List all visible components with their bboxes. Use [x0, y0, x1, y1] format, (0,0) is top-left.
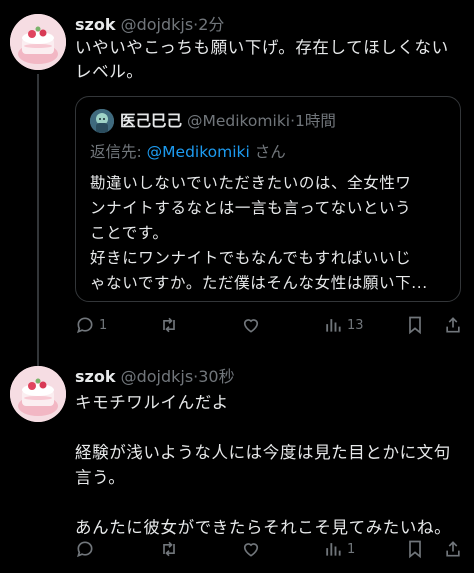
bookmark-icon	[409, 316, 421, 335]
tweet[interactable]: szok @dojdkjs·30秒 キモチワルイんだよ 経験が浅いような人には今…	[0, 352, 474, 573]
like-button[interactable]	[241, 312, 265, 338]
action-bar: 1	[75, 536, 465, 562]
timestamp[interactable]: 30秒	[198, 367, 234, 386]
reply-icon	[77, 317, 93, 334]
bookmark-button[interactable]	[405, 312, 425, 338]
reply-to-label: 返信先:	[90, 143, 147, 161]
views-count: 1	[347, 541, 356, 557]
avatar[interactable]	[10, 14, 66, 70]
views-button[interactable]: 13	[323, 312, 364, 338]
quoted-tweet[interactable]: 医己巳己 @Medikomiki·1時間 返信先: @Medikomiki さん…	[75, 96, 461, 302]
retweet-button[interactable]	[159, 536, 183, 562]
tweet-text: キモチワルイんだよ 経験が浅いような人には今度は見た目とかに文句 言う。 あんた…	[75, 393, 452, 537]
action-bar: 1 13	[75, 312, 465, 338]
reply-count: 1	[99, 317, 108, 333]
quote-timestamp: 1時間	[295, 112, 336, 130]
heart-icon	[243, 319, 259, 333]
retweet-icon	[163, 541, 175, 557]
quote-avatar	[90, 109, 114, 133]
user-handle[interactable]: @dojdkjs	[121, 15, 194, 34]
reply-to-suffix: さん	[254, 143, 286, 161]
heart-icon	[243, 543, 259, 557]
share-button[interactable]	[443, 536, 463, 562]
views-button[interactable]: 1	[323, 536, 355, 562]
quote-display-name: 医己巳己	[120, 112, 183, 130]
quote-user-handle: @Medikomiki	[186, 112, 291, 130]
avatar[interactable]	[10, 366, 66, 422]
like-button[interactable]	[241, 536, 265, 562]
quote-text: 勘違いしないでいただきたいのは、全女性ワ ンナイトするなとは一言も言ってないとい…	[90, 174, 428, 292]
user-handle[interactable]: @dojdkjs	[121, 367, 194, 386]
share-button[interactable]	[443, 312, 463, 338]
display-name[interactable]: szok	[75, 367, 115, 386]
retweet-button[interactable]	[159, 312, 183, 338]
views-icon	[326, 543, 341, 556]
tweet[interactable]: szok @dojdkjs·2分 いやいやこっちも願い下げ。存在してほしくない …	[0, 0, 474, 352]
reply-icon	[77, 541, 93, 558]
reply-mention-link[interactable]: @Medikomiki	[147, 143, 250, 161]
share-icon	[446, 317, 460, 333]
timestamp[interactable]: 2分	[198, 15, 224, 34]
display-name[interactable]: szok	[75, 15, 115, 34]
tweet-text: いやいやこっちも願い下げ。存在してほしくない レベル。	[75, 38, 449, 81]
views-count: 13	[347, 317, 364, 333]
bookmark-icon	[409, 540, 421, 559]
views-icon	[326, 319, 341, 332]
reply-to-line: 返信先: @Medikomiki さん	[90, 141, 286, 163]
tweet-header: szok @dojdkjs·30秒	[75, 366, 235, 388]
retweet-icon	[163, 317, 175, 333]
bookmark-button[interactable]	[405, 536, 425, 562]
reply-button[interactable]: 1	[75, 312, 107, 338]
quote-header: 医己巳己 @Medikomiki·1時間	[120, 110, 336, 132]
share-icon	[446, 541, 460, 557]
reply-button[interactable]	[75, 536, 99, 562]
tweet-header: szok @dojdkjs·2分	[75, 14, 224, 36]
